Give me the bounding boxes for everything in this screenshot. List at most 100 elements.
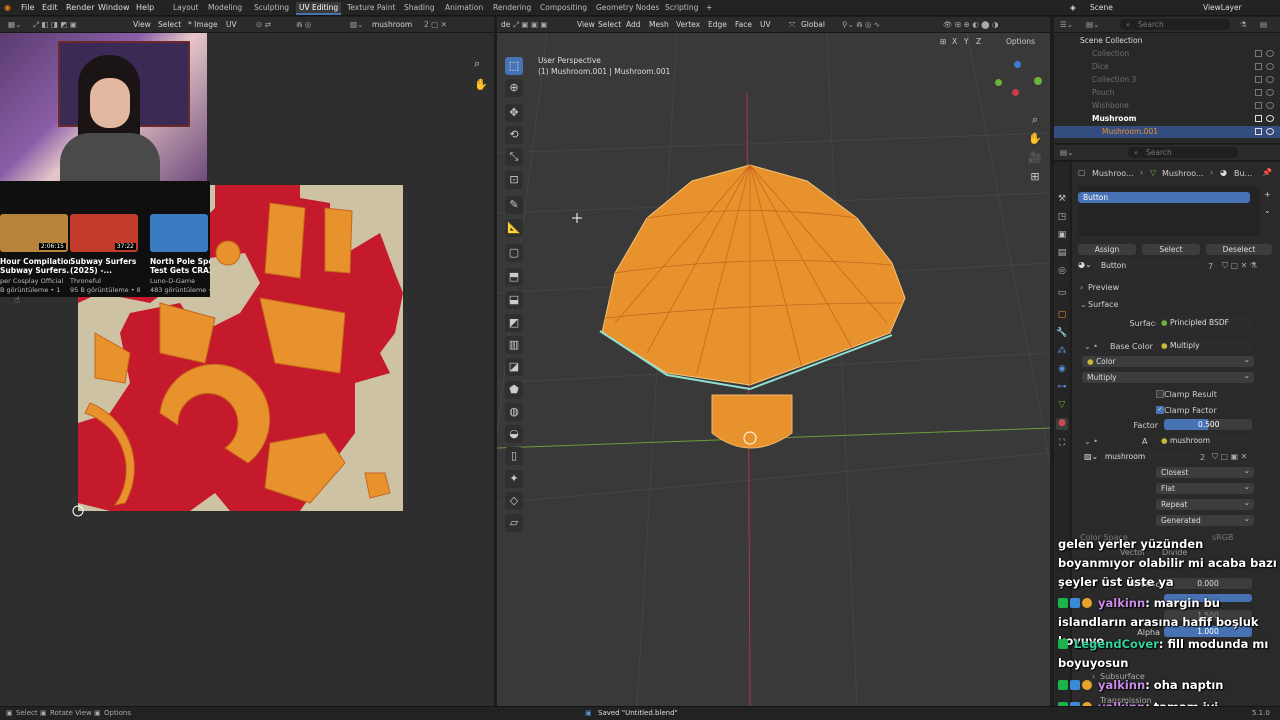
chevron-down-icon[interactable]: ⌄ • bbox=[1084, 437, 1098, 446]
add-slot-icon[interactable]: + bbox=[1264, 190, 1271, 199]
outliner-item-wishbone[interactable]: Wishbone bbox=[1054, 100, 1280, 112]
inset-tool-icon[interactable]: ⬓ bbox=[505, 291, 523, 309]
uv-menu-view[interactable]: View bbox=[133, 20, 151, 29]
view-layer-tab-icon[interactable]: ▤ bbox=[1056, 248, 1068, 260]
add-workspace-icon[interactable]: + bbox=[706, 3, 712, 12]
scene-tab-icon[interactable]: ◎ bbox=[1056, 266, 1068, 278]
outliner-item-collection[interactable]: Collection bbox=[1054, 48, 1280, 60]
mode-dropdown[interactable]: de bbox=[501, 20, 510, 29]
image-users-icon[interactable]: 2 ▢ ✕ bbox=[424, 20, 447, 29]
uv-menu-select[interactable]: Select bbox=[158, 20, 181, 29]
gizmo-z-axis[interactable] bbox=[1014, 61, 1021, 68]
tab-shading[interactable]: Shading bbox=[404, 3, 434, 12]
vp-menu-add[interactable]: Add bbox=[626, 20, 641, 29]
interpolation-dropdown[interactable]: Closest bbox=[1156, 466, 1254, 478]
filter-mode-icon[interactable]: ▤⌄ bbox=[1086, 20, 1099, 29]
clamp-factor-checkbox[interactable]: ✓ bbox=[1156, 406, 1164, 414]
gizmo-y-axis[interactable] bbox=[1034, 77, 1042, 85]
pan-hand-icon[interactable]: ✋ bbox=[474, 78, 488, 91]
filter-icon[interactable]: ⚗ bbox=[1240, 20, 1247, 29]
gizmo-x-axis[interactable] bbox=[995, 79, 1002, 86]
uv-editor-area[interactable]: 2:06:15 Hour Compilation Subway Surfers.… bbox=[0, 33, 494, 706]
edge-slide-tool-icon[interactable]: ▯ bbox=[505, 447, 523, 465]
youtube-video-1[interactable]: 2:06:15 Hour Compilation Subway Surfers.… bbox=[0, 214, 70, 332]
material-slot-button[interactable]: Button bbox=[1078, 192, 1250, 203]
projection-dropdown[interactable]: Flat bbox=[1156, 482, 1254, 494]
particles-tab-icon[interactable]: ⁂ bbox=[1056, 346, 1068, 358]
image-browse-icon[interactable]: ▨⌄ bbox=[1084, 452, 1098, 461]
chevron-right-icon[interactable]: › bbox=[1080, 283, 1083, 292]
cursor-tool-icon[interactable]: ⊕ bbox=[505, 79, 523, 97]
material-browse-icon[interactable]: ◕⌄ bbox=[1078, 260, 1092, 269]
menu-window[interactable]: Window bbox=[98, 3, 130, 12]
grab-hand-icon[interactable]: ☝ bbox=[14, 295, 20, 306]
collection-tab-icon[interactable]: ▭ bbox=[1056, 288, 1068, 300]
clamp-result-checkbox[interactable] bbox=[1156, 390, 1164, 398]
material-actions-icons[interactable]: ⛉ ▢ ✕ ⚗ bbox=[1222, 261, 1257, 271]
measure-tool-icon[interactable]: 📐 bbox=[505, 219, 523, 237]
move-tool-icon[interactable]: ✥ bbox=[505, 104, 523, 122]
youtube-video-2[interactable]: 37:22 Subway Surfers (2025) -... Thronef… bbox=[70, 214, 140, 332]
tab-animation[interactable]: Animation bbox=[445, 3, 483, 12]
smooth-tool-icon[interactable]: ◒ bbox=[505, 425, 523, 443]
blend-mode-dropdown[interactable]: Multiply bbox=[1082, 371, 1254, 383]
transform-tool-icon[interactable]: ⊡ bbox=[505, 171, 523, 189]
camera-view-icon[interactable]: 🎥 bbox=[1026, 149, 1044, 167]
menu-edit[interactable]: Edit bbox=[42, 3, 58, 12]
extension-dropdown[interactable]: Repeat bbox=[1156, 498, 1254, 510]
menu-render[interactable]: Render bbox=[66, 3, 94, 12]
outliner-item-mushroom[interactable]: Mushroom bbox=[1054, 113, 1280, 125]
view-layer-name[interactable]: ViewLayer bbox=[1203, 3, 1242, 12]
scale-tool-icon[interactable]: ⤡ bbox=[505, 148, 523, 166]
surface-panel-header[interactable]: Surface bbox=[1088, 300, 1118, 309]
annotate-tool-icon[interactable]: ✎ bbox=[505, 196, 523, 214]
tab-layout[interactable]: Layout bbox=[173, 3, 199, 12]
render-tab-icon[interactable]: ◳ bbox=[1056, 212, 1068, 224]
options-dropdown[interactable]: Options bbox=[1006, 37, 1035, 46]
gizmo-neg-axis[interactable] bbox=[1012, 89, 1019, 96]
rip-tool-icon[interactable]: ▱ bbox=[505, 514, 523, 532]
blender-logo-icon[interactable]: ◉ bbox=[4, 3, 11, 12]
preview-panel-header[interactable]: Preview bbox=[1088, 283, 1119, 292]
properties-type-icon[interactable]: ▤⌄ bbox=[1060, 148, 1073, 157]
pivot-snap-icons[interactable]: ⚲⌄ ⋒ ◎ ∿ bbox=[842, 20, 880, 29]
tab-compositing[interactable]: Compositing bbox=[540, 3, 587, 12]
chevron-down-icon[interactable]: ⌄ • bbox=[1084, 342, 1098, 351]
texture-tab-icon[interactable]: ⛶ bbox=[1056, 438, 1068, 450]
tab-geometry-nodes[interactable]: Geometry Nodes bbox=[596, 3, 659, 12]
3d-viewport[interactable]: User Perspective (1) Mushroom.001 | Mush… bbox=[497, 33, 1050, 706]
orientation-dropdown[interactable]: Global bbox=[801, 20, 825, 29]
shear-tool-icon[interactable]: ◇ bbox=[505, 492, 523, 510]
viewport-pan-icon[interactable]: ✋ bbox=[1026, 130, 1044, 148]
axis-lock-icons[interactable]: ⊞ bbox=[940, 37, 946, 46]
vp-menu-face[interactable]: Face bbox=[735, 20, 752, 29]
outliner-search-input[interactable]: ⌕ Search bbox=[1120, 19, 1230, 30]
overlay-gizmo-icons[interactable]: 👁 ⊞ ⊕ ◐ ⬤ ◑ bbox=[943, 20, 999, 29]
breadcrumb-object[interactable]: Mushroo... bbox=[1092, 169, 1134, 178]
bevel-tool-icon[interactable]: ◩ bbox=[505, 314, 523, 332]
image-browse-icon[interactable]: ▨⌄ bbox=[350, 20, 363, 29]
loop-cut-tool-icon[interactable]: ▥ bbox=[505, 336, 523, 354]
select-box-tool-icon[interactable]: ⬚ bbox=[505, 57, 523, 75]
extrude-tool-icon[interactable]: ⬒ bbox=[505, 268, 523, 286]
zoom-icon[interactable]: ⌕ bbox=[474, 57, 480, 71]
rotate-tool-icon[interactable]: ⟲ bbox=[505, 126, 523, 144]
image-name-field[interactable]: mushroom bbox=[1100, 451, 1198, 462]
uv-menu-image[interactable]: * Image bbox=[188, 20, 218, 29]
deselect-button[interactable]: Deselect bbox=[1206, 244, 1272, 255]
constraints-tab-icon[interactable]: ⊶ bbox=[1056, 382, 1068, 394]
tab-sculpting[interactable]: Sculpting bbox=[254, 3, 289, 12]
a-input-field[interactable]: ● mushroom bbox=[1156, 435, 1252, 446]
orientation-icon[interactable]: ⤧ bbox=[789, 20, 795, 30]
vp-menu-view[interactable]: View bbox=[577, 20, 595, 29]
uv-image-name[interactable]: mushroom bbox=[372, 20, 412, 29]
youtube-video-3[interactable]: North Pole Spee Test Gets CRAZY Luno-D-G… bbox=[150, 214, 210, 332]
outliner-type-icon[interactable]: ☰⌄ bbox=[1060, 20, 1073, 29]
vp-menu-uv[interactable]: UV bbox=[760, 20, 771, 29]
assign-button[interactable]: Assign bbox=[1078, 244, 1136, 255]
pin-icon[interactable]: 📌 bbox=[1262, 168, 1272, 177]
output-tab-icon[interactable]: ▣ bbox=[1056, 230, 1068, 242]
surface-shader-field[interactable]: ● Principled BSDF bbox=[1156, 317, 1252, 328]
axis-y-toggle[interactable]: Y bbox=[964, 37, 969, 46]
uv-select-mode-icons[interactable]: ⤢ ◧ ◨ ◩ ▣ bbox=[33, 20, 77, 30]
